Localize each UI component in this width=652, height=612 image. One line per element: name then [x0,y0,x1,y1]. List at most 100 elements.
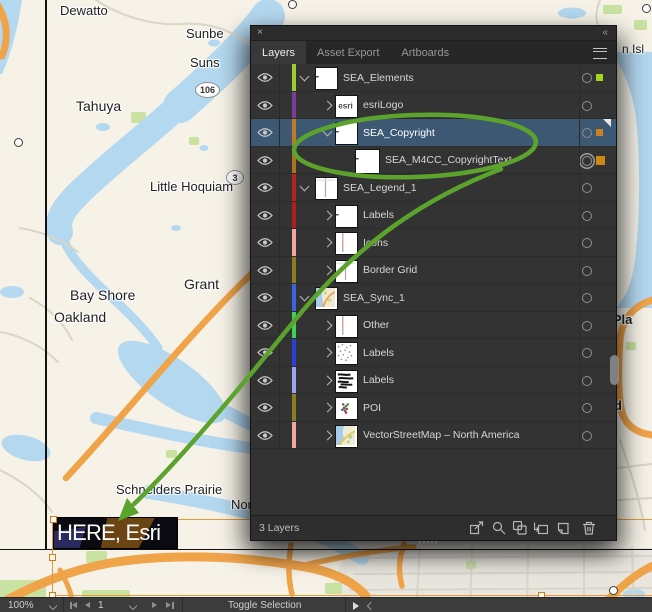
expand-chevron-icon[interactable] [323,238,333,248]
layer-thumbnail[interactable]: esri [335,95,358,118]
status-readout[interactable]: Toggle Selection [228,598,301,612]
layer-name[interactable]: SEA_Sync_1 [343,292,405,304]
expand-chevron-icon[interactable] [300,72,310,82]
clipping-mask-icon[interactable] [513,521,528,536]
target-circle-icon[interactable] [582,321,592,331]
layer-thumbnail[interactable] [335,260,358,283]
last-artboard-icon[interactable] [166,602,171,608]
visibility-eye-icon[interactable] [257,100,274,111]
tab-layers[interactable]: Layers [251,41,306,64]
layer-row-border-grid[interactable]: Border Grid [251,257,616,285]
layer-thumbnail[interactable] [335,342,358,365]
layer-thumbnail[interactable] [335,315,358,338]
layer-row-poi[interactable]: POI [251,394,616,422]
layer-name[interactable]: Labels [363,209,394,221]
panel-resize-handle[interactable] [419,541,421,543]
target-circle-icon[interactable] [582,403,592,413]
layer-thumbnail[interactable] [335,370,358,393]
expand-chevron-icon[interactable] [323,100,333,110]
layer-thumbnail[interactable] [335,205,358,228]
visibility-eye-icon[interactable] [257,237,274,248]
export-icon[interactable] [470,521,485,536]
visibility-eye-icon[interactable] [257,155,274,166]
target-circle-icon[interactable] [582,101,592,111]
layer-row-labels[interactable]: Labels [251,339,616,367]
layer-name[interactable]: POI [363,402,381,414]
layer-row-sea-legend-1[interactable]: SEA_Legend_1 [251,174,616,202]
layer-row-sea-copyright[interactable]: SEA_Copyright [251,119,616,147]
visibility-eye-icon[interactable] [257,320,274,331]
expand-chevron-icon[interactable] [323,127,333,137]
expand-chevron-icon[interactable] [323,265,333,275]
target-circle-icon[interactable] [582,431,592,441]
layer-row-labels[interactable]: Labels [251,367,616,395]
prev-artboard-icon[interactable] [85,602,90,608]
expand-chevron-icon[interactable] [300,182,310,192]
panel-scrollbar[interactable] [610,355,619,385]
visibility-eye-icon[interactable] [257,347,274,358]
back-chevron-icon[interactable] [367,602,375,610]
expand-chevron-icon[interactable] [323,375,333,385]
layer-name[interactable]: Icons [363,237,388,249]
expand-chevron-icon[interactable] [323,403,333,413]
search-icon[interactable] [492,521,507,536]
layer-thumbnail[interactable] [315,177,338,200]
layer-row-sea-m4cc-copyrighttext[interactable]: SEA_M4CC_CopyrightText [251,147,616,175]
new-layer-icon[interactable] [556,521,571,536]
layer-name[interactable]: SEA_Legend_1 [343,182,417,194]
visibility-eye-icon[interactable] [257,265,274,276]
visibility-eye-icon[interactable] [257,210,274,221]
layer-row-esrilogo[interactable]: esri esriLogo [251,92,616,120]
target-circle-icon[interactable] [582,128,592,138]
expand-chevron-icon[interactable] [323,320,333,330]
target-circle-icon[interactable] [582,348,592,358]
visibility-eye-icon[interactable] [257,402,274,413]
layer-name[interactable]: Labels [363,374,394,386]
visibility-eye-icon[interactable] [257,127,274,138]
visibility-eye-icon[interactable] [257,182,274,193]
selection-anchor[interactable] [50,516,57,523]
close-icon[interactable]: × [257,26,263,40]
visibility-eye-icon[interactable] [257,72,274,83]
selection-anchor[interactable] [49,554,56,561]
first-artboard-icon[interactable] [72,602,77,608]
collapse-panel-icon[interactable]: « [602,26,608,39]
visibility-eye-icon[interactable] [257,292,274,303]
target-circle-icon[interactable] [582,376,592,386]
layer-row-icons[interactable]: Icons [251,229,616,257]
layer-thumbnail[interactable] [335,232,358,255]
layer-row-labels[interactable]: Labels [251,202,616,230]
layer-row-vectorstreetmap-north-america[interactable]: VectorStreetMap – North America [251,422,616,450]
last-artboard-icon[interactable] [172,602,174,609]
next-artboard-icon[interactable] [152,602,157,608]
expand-chevron-icon[interactable] [323,430,333,440]
expand-chevron-icon[interactable] [323,210,333,220]
layer-name[interactable]: Other [363,319,389,331]
layer-row-sea-sync-1[interactable]: SEA_Sync_1 [251,284,616,312]
visibility-eye-icon[interactable] [257,375,274,386]
artboard-dropdown-chevron-icon[interactable] [129,602,137,610]
layer-name[interactable]: SEA_Copyright [363,127,435,139]
layer-name[interactable]: SEA_M4CC_CopyrightText [385,154,512,166]
expand-chevron-icon[interactable] [323,348,333,358]
layer-thumbnail[interactable] [315,67,338,90]
target-circle-icon[interactable] [582,293,592,303]
play-arrow-icon[interactable] [353,602,359,610]
tab-asset-export[interactable]: Asset Export [306,41,390,64]
zoom-dropdown-chevron-icon[interactable] [49,602,57,610]
target-circle-icon[interactable] [582,73,592,83]
artboard-number[interactable]: 1 [98,598,104,612]
visibility-eye-icon[interactable] [257,430,274,441]
target-circle-icon[interactable] [582,156,592,166]
layer-name[interactable]: Border Grid [363,264,417,276]
copyright-text-object[interactable]: HERE, Esri [53,517,178,549]
target-circle-icon[interactable] [582,183,592,193]
panel-menu-icon[interactable] [593,48,607,59]
target-circle-icon[interactable] [582,238,592,248]
layer-thumbnail[interactable] [335,397,358,420]
trash-icon[interactable] [582,521,597,536]
layer-thumbnail[interactable] [335,122,358,145]
layer-thumbnail[interactable] [355,149,380,174]
layer-name[interactable]: esriLogo [363,99,403,111]
layer-name[interactable]: VectorStreetMap – North America [363,429,519,441]
